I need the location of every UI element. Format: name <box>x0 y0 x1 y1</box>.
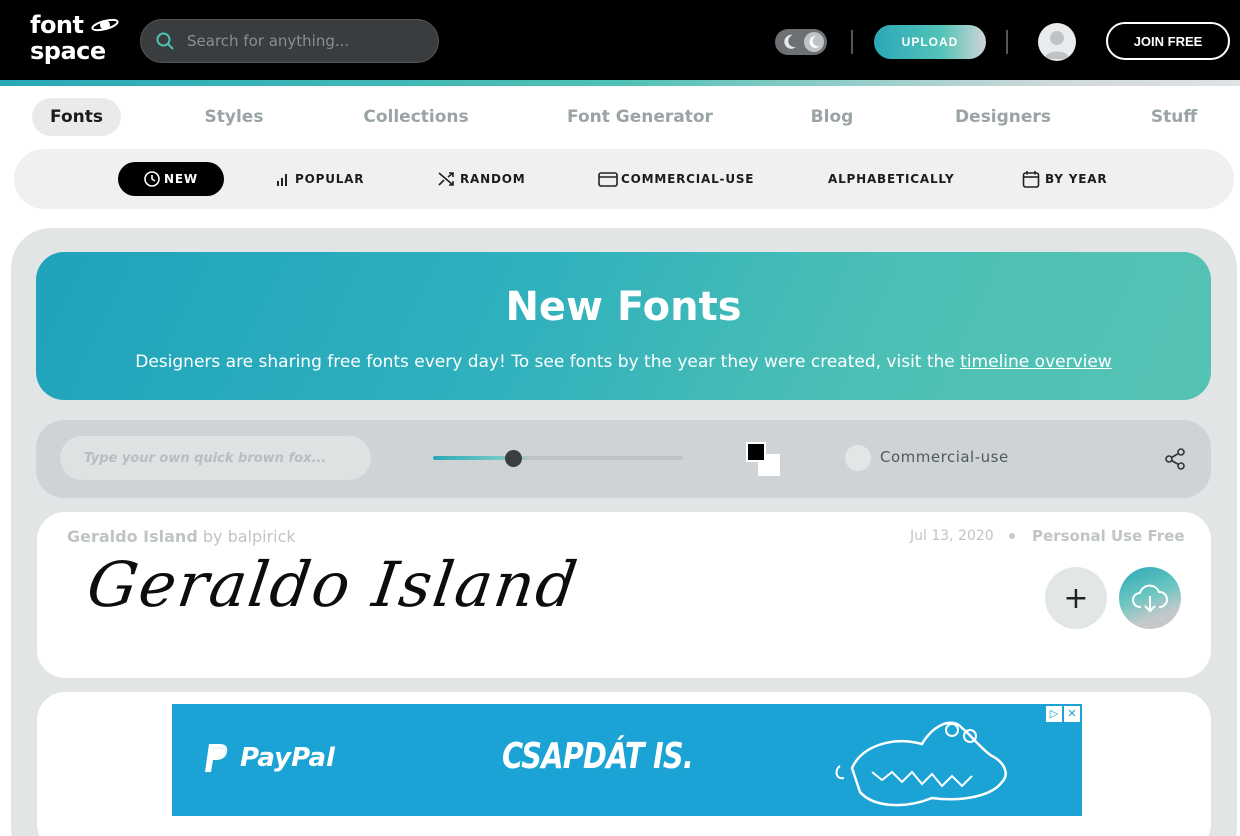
avatar[interactable] <box>1038 23 1076 61</box>
close-icon[interactable]: ✕ <box>1064 706 1080 722</box>
hero-banner: New Fonts Designers are sharing free fon… <box>36 252 1211 400</box>
ad-brand: PayPal <box>240 743 335 773</box>
nav-designers[interactable]: Designers <box>948 98 1058 136</box>
hero-description: Designers are sharing free fonts every d… <box>36 352 1211 372</box>
sort-popular[interactable]: POPULAR <box>276 162 364 196</box>
hero-text: Designers are sharing free fonts every d… <box>135 352 961 372</box>
sort-by-year[interactable]: BY YEAR <box>1022 162 1107 196</box>
foreground-color-swatch <box>746 442 766 462</box>
search-bar[interactable] <box>140 19 439 63</box>
paypal-logo: PayPal <box>202 742 335 774</box>
moon-icon <box>809 35 820 48</box>
ad-headline: CSAPDÁT IS. <box>502 736 694 777</box>
upload-button[interactable]: UPLOAD <box>874 25 986 59</box>
paypal-icon <box>205 744 228 772</box>
user-icon <box>1044 31 1070 59</box>
logo-line-2: space <box>30 37 106 65</box>
page-title: New Fonts <box>505 284 742 330</box>
font-name-link[interactable]: Geraldo Island <box>67 527 198 546</box>
separator-dot <box>1009 533 1015 539</box>
font-license[interactable]: Personal Use Free <box>1032 527 1185 545</box>
bar-chart-icon <box>277 174 287 186</box>
preview-text-input[interactable] <box>60 436 371 480</box>
share-icon[interactable] <box>1163 447 1187 471</box>
nav-fonts[interactable]: Fonts <box>32 98 121 136</box>
commercial-use-label[interactable]: Commercial-use <box>880 448 1009 466</box>
top-bar-accent <box>0 80 1240 86</box>
font-preview-text[interactable]: Geraldo Island <box>83 548 583 621</box>
moon-icon <box>784 34 796 49</box>
credit-card-icon <box>598 171 618 187</box>
nav-font-generator[interactable]: Font Generator <box>562 98 718 136</box>
sort-label: COMMERCIAL-USE <box>621 172 755 186</box>
crocodile-illustration <box>835 721 1007 807</box>
font-by-label: by <box>202 527 223 546</box>
cloud-download-icon <box>1132 584 1168 613</box>
nav-blog[interactable]: Blog <box>802 98 862 136</box>
join-free-button[interactable]: JOIN FREE <box>1106 22 1230 60</box>
ad-controls: ▷ ✕ <box>1044 706 1080 722</box>
commercial-use-checkbox[interactable] <box>845 445 871 471</box>
sort-label: POPULAR <box>295 172 365 186</box>
sort-label: RANDOM <box>460 172 526 186</box>
font-card-title: Geraldo Island by balpirick <box>67 527 296 546</box>
sort-label: NEW <box>164 172 198 186</box>
sort-alphabetically[interactable]: ALPHABETICALLY <box>828 162 954 196</box>
header-divider <box>851 30 853 54</box>
header-divider <box>1006 30 1008 54</box>
nav-stuff[interactable]: Stuff <box>1142 98 1206 136</box>
add-to-collection-button[interactable]: + <box>1045 567 1107 629</box>
sort-new[interactable]: NEW <box>118 162 224 196</box>
search-input[interactable] <box>187 32 407 50</box>
designer-link[interactable]: balpirick <box>228 527 296 546</box>
sort-commercial-use[interactable]: COMMERCIAL-USE <box>598 162 754 196</box>
adchoices-icon[interactable]: ▷ <box>1046 706 1062 722</box>
font-size-slider[interactable] <box>433 456 683 460</box>
advertisement-banner[interactable]: PayPal CSAPDÁT IS. ▷ ✕ <box>172 704 1082 816</box>
search-icon <box>156 32 174 50</box>
font-date: Jul 13, 2020 <box>910 528 994 544</box>
color-swap-button[interactable] <box>744 440 782 478</box>
shuffle-icon <box>438 172 454 186</box>
slider-handle[interactable] <box>505 450 522 467</box>
calendar-icon <box>1022 171 1040 188</box>
sort-label: BY YEAR <box>1045 172 1108 186</box>
timeline-overview-link[interactable]: timeline overview <box>960 352 1112 372</box>
toggle-knob <box>804 32 824 52</box>
clock-icon <box>144 171 160 187</box>
download-button[interactable] <box>1119 567 1181 629</box>
nav-styles[interactable]: Styles <box>196 98 272 136</box>
sort-random[interactable]: RANDOM <box>438 162 525 196</box>
dark-mode-toggle[interactable] <box>775 29 827 55</box>
planet-icon <box>91 18 119 32</box>
nav-collections[interactable]: Collections <box>356 98 476 136</box>
fontspace-logo[interactable]: font space <box>30 13 125 68</box>
sort-label: ALPHABETICALLY <box>828 172 955 186</box>
